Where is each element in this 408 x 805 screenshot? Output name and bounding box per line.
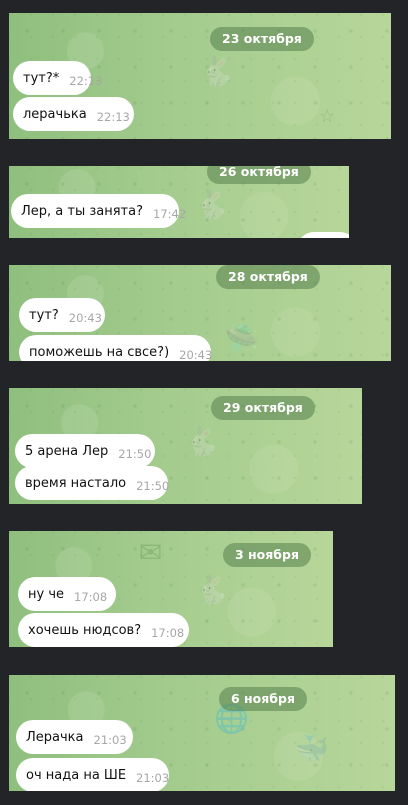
message-time: 17:08: [74, 590, 108, 604]
message-bubble[interactable]: время настало 21:50: [15, 466, 170, 500]
message-time: 22:13: [69, 74, 103, 88]
date-separator: 6 ноября: [219, 687, 308, 711]
chat-screenshot-2: 🐇 26 октября Лер, а ты занята? 17:42: [9, 166, 349, 238]
rabbit-doodle-icon: 🐇: [199, 55, 234, 88]
message-bubble[interactable]: лерачька 22:13: [13, 97, 134, 131]
rabbit-doodle-icon: 🐇: [194, 188, 229, 221]
chat-screenshot-4: 🐇 29 октября 5 арена Лер 21:50 время наст…: [9, 388, 362, 504]
chat-screenshot-3: 🛸 28 октября тут? 20:43 поможешь на свсе?…: [9, 265, 391, 361]
whale-doodle-icon: 🐳: [294, 732, 329, 765]
star-doodle-icon: ☆: [319, 106, 336, 127]
message-bubble[interactable]: оч нада на ШЕ 21:03: [16, 758, 169, 791]
rabbit-doodle-icon: 🐇: [194, 573, 229, 606]
date-separator: 23 октября: [210, 27, 314, 51]
chat-screenshot-6: 🐳 🌐 6 ноября Лерачка 21:03 оч нада на ШЕ 2…: [9, 675, 395, 791]
message-text: Лер, а ты занята?: [21, 204, 143, 219]
message-text: Лерачка: [26, 730, 84, 745]
message-bubble[interactable]: тут?* 22:13: [13, 61, 102, 95]
message-bubble[interactable]: поможешь на свсе?) 20:43: [19, 335, 213, 361]
message-bubble-partial: [297, 232, 349, 238]
message-text: хочешь нюдсов?: [28, 623, 142, 638]
message-text: ну че: [28, 587, 65, 602]
date-separator: 3 ноября: [223, 543, 312, 567]
message-bubble[interactable]: 5 арена Лер 21:50: [15, 434, 155, 468]
message-text: тут?*: [23, 71, 60, 86]
ufo-doodle-icon: 🛸: [224, 322, 259, 355]
message-text: лерачька: [23, 107, 87, 122]
message-time: 21:03: [136, 771, 170, 785]
message-time: 22:13: [96, 110, 130, 124]
chat-screenshot-1: 🐇 ☆ 23 октября тут?* 22:13 лерачька 22:13: [9, 13, 391, 139]
message-text: оч нада на ШЕ: [26, 768, 127, 783]
message-time: 17:42: [153, 207, 187, 221]
chat-screenshot-5: ✉ 🐇 3 ноября ну че 17:08 хочешь нюдсов? 17…: [9, 531, 333, 647]
message-bubble[interactable]: тут? 20:43: [19, 298, 105, 332]
message-text: поможешь на свсе?): [29, 345, 170, 360]
message-time: 17:08: [151, 626, 185, 640]
message-bubble[interactable]: хочешь нюдсов? 17:08: [18, 613, 189, 647]
date-separator: 26 октября: [207, 166, 311, 184]
message-bubble[interactable]: ну че 17:08: [18, 577, 116, 611]
date-separator: 29 октября: [211, 396, 315, 420]
envelope-doodle-icon: ✉: [139, 536, 163, 569]
message-bubble[interactable]: Лер, а ты занята? 17:42: [11, 194, 186, 228]
date-separator: 28 октября: [216, 265, 320, 289]
message-bubble[interactable]: Лерачка 21:03: [16, 720, 133, 754]
message-time: 20:43: [68, 311, 102, 325]
message-time: 21:03: [93, 733, 127, 747]
message-text: время настало: [25, 476, 127, 491]
message-text: тут?: [29, 308, 59, 323]
message-time: 21:50: [136, 479, 170, 493]
rabbit-doodle-icon: 🐇: [184, 425, 219, 458]
message-time: 20:43: [179, 348, 213, 361]
message-text: 5 арена Лер: [25, 444, 109, 459]
message-time: 21:50: [118, 447, 152, 461]
